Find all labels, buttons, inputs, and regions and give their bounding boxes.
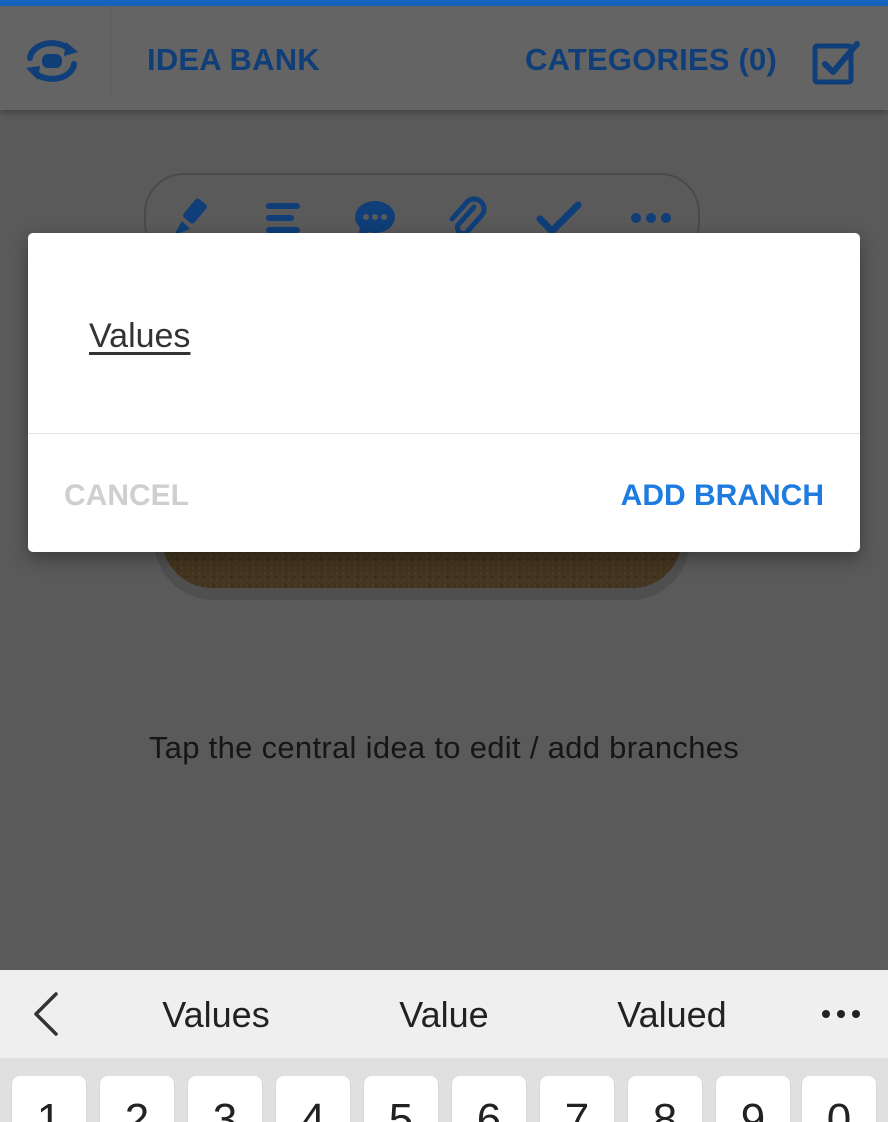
key-3[interactable]: 3 (188, 1076, 262, 1122)
key-4[interactable]: 4 (276, 1076, 350, 1122)
key-7[interactable]: 7 (540, 1076, 614, 1122)
key-0[interactable]: 0 (802, 1076, 876, 1122)
key-5[interactable]: 5 (364, 1076, 438, 1122)
key-6[interactable]: 6 (452, 1076, 526, 1122)
add-branch-button[interactable]: ADD BRANCH (621, 479, 824, 513)
suggestion-item[interactable]: Values (116, 994, 316, 1036)
suggestion-bar: Values Value Valued (0, 970, 888, 1058)
soft-keyboard: Values Value Valued 1 2 3 4 5 6 7 8 9 0 (0, 970, 888, 1122)
number-row: 1 2 3 4 5 6 7 8 9 0 (0, 1058, 888, 1122)
page-title[interactable]: IDEA BANK (147, 42, 320, 78)
add-branch-dialog: CANCEL ADD BRANCH (28, 233, 860, 552)
appbar-divider (110, 6, 111, 98)
key-9[interactable]: 9 (716, 1076, 790, 1122)
chevron-left-icon[interactable] (28, 990, 64, 1038)
key-8[interactable]: 8 (628, 1076, 702, 1122)
app-bar: IDEA BANK CATEGORIES (0) (0, 6, 888, 110)
hint-text: Tap the central idea to edit / add branc… (148, 730, 740, 765)
checklist-icon[interactable] (811, 38, 861, 88)
suggestion-item[interactable]: Value (344, 994, 544, 1036)
categories-button[interactable]: CATEGORIES (0) (525, 42, 777, 78)
suggestion-item[interactable]: Valued (572, 994, 772, 1036)
branch-name-input[interactable] (89, 313, 789, 359)
more-suggestions-icon[interactable] (818, 1006, 864, 1022)
key-2[interactable]: 2 (100, 1076, 174, 1122)
cancel-button[interactable]: CANCEL (64, 479, 189, 513)
sync-icon[interactable] (20, 34, 84, 86)
key-1[interactable]: 1 (12, 1076, 86, 1122)
dialog-divider (28, 433, 860, 434)
